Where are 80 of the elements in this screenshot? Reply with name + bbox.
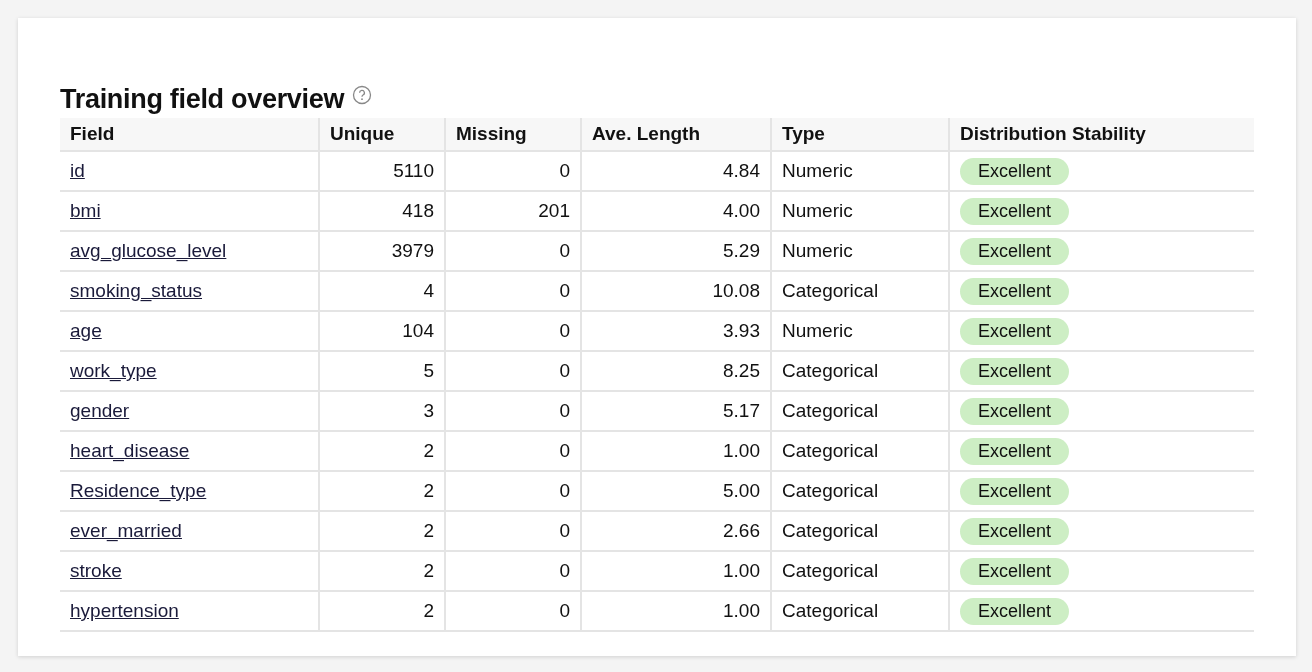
- table-cell: 201: [445, 191, 581, 231]
- table-cell: 5.29: [581, 231, 771, 271]
- status-badge: Excellent: [960, 557, 1070, 585]
- column-header: Field: [60, 118, 319, 151]
- field-link[interactable]: stroke: [70, 560, 122, 581]
- table-cell: 2: [319, 591, 445, 631]
- field-link[interactable]: ever_married: [70, 520, 182, 541]
- field-link[interactable]: smoking_status: [70, 280, 202, 301]
- field-link[interactable]: heart_disease: [70, 440, 190, 461]
- table-cell: 1.00: [581, 591, 771, 631]
- table-cell: Categorical: [771, 471, 949, 511]
- table-cell: 4.84: [581, 151, 771, 191]
- field-link[interactable]: avg_glucose_level: [70, 240, 227, 261]
- table-cell: Numeric: [771, 151, 949, 191]
- table-cell: 5: [319, 351, 445, 391]
- table-cell: 4: [319, 271, 445, 311]
- table-cell: 1.00: [581, 431, 771, 471]
- table-cell: 3: [319, 391, 445, 431]
- table-cell: 2: [319, 471, 445, 511]
- field-link[interactable]: bmi: [70, 200, 101, 221]
- table-cell: 418: [319, 191, 445, 231]
- status-badge: Excellent: [960, 317, 1070, 345]
- table-cell: 2: [319, 431, 445, 471]
- table-cell: 2.66: [581, 511, 771, 551]
- column-header: Unique: [319, 118, 445, 151]
- table-cell: 2: [319, 511, 445, 551]
- field-link[interactable]: age: [70, 320, 102, 341]
- table-cell: 2: [319, 551, 445, 591]
- table-cell: Categorical: [771, 431, 949, 471]
- help-icon[interactable]: [352, 85, 373, 105]
- table-cell: 5110: [319, 151, 445, 191]
- table-cell: Categorical: [771, 391, 949, 431]
- table-cell: Numeric: [771, 311, 949, 351]
- table-cell: 5.17: [581, 391, 771, 431]
- status-badge: Excellent: [960, 437, 1070, 465]
- table-cell: 0: [445, 351, 581, 391]
- table-cell: 4.00: [581, 191, 771, 231]
- table-cell: 3.93: [581, 311, 771, 351]
- status-badge: Excellent: [960, 597, 1070, 625]
- table-cell: 1.00: [581, 551, 771, 591]
- table-cell: 5.00: [581, 471, 771, 511]
- table-cell: Categorical: [771, 351, 949, 391]
- table-cell: 0: [445, 231, 581, 271]
- column-header: Distribution Stability: [949, 118, 1254, 151]
- status-badge: Excellent: [960, 237, 1070, 265]
- table-cell: Numeric: [771, 231, 949, 271]
- table-cell: 3979: [319, 231, 445, 271]
- field-link[interactable]: work_type: [70, 360, 157, 381]
- field-link[interactable]: gender: [70, 400, 130, 421]
- table-cell: Categorical: [771, 271, 949, 311]
- table-cell: Categorical: [771, 511, 949, 551]
- column-header: Ave. Length: [581, 118, 771, 151]
- table-cell: 0: [445, 591, 581, 631]
- table-cell: 0: [445, 391, 581, 431]
- table-cell: 0: [445, 431, 581, 471]
- status-badge: Excellent: [960, 517, 1070, 545]
- status-badge: Excellent: [960, 397, 1070, 425]
- table-cell: Categorical: [771, 591, 949, 631]
- field-link[interactable]: Residence_type: [70, 480, 207, 501]
- table-cell: Numeric: [771, 191, 949, 231]
- table-cell: 0: [445, 551, 581, 591]
- table-cell: 8.25: [581, 351, 771, 391]
- table-cell: 0: [445, 271, 581, 311]
- field-link[interactable]: hypertension: [70, 600, 179, 621]
- table-cell: 104: [319, 311, 445, 351]
- status-badge: Excellent: [960, 277, 1070, 305]
- status-badge: Excellent: [960, 157, 1070, 185]
- table-cell: 0: [445, 311, 581, 351]
- section-title: Training field overview: [60, 83, 345, 115]
- status-badge: Excellent: [960, 197, 1070, 225]
- table-cell: Categorical: [771, 551, 949, 591]
- table-cell: 0: [445, 471, 581, 511]
- table-cell: 10.08: [581, 271, 771, 311]
- column-header: Missing: [445, 118, 581, 151]
- table-cell: 0: [445, 511, 581, 551]
- column-header: Type: [771, 118, 949, 151]
- field-link[interactable]: id: [70, 160, 85, 181]
- table-cell: 0: [445, 151, 581, 191]
- status-badge: Excellent: [960, 477, 1070, 505]
- status-badge: Excellent: [960, 357, 1070, 385]
